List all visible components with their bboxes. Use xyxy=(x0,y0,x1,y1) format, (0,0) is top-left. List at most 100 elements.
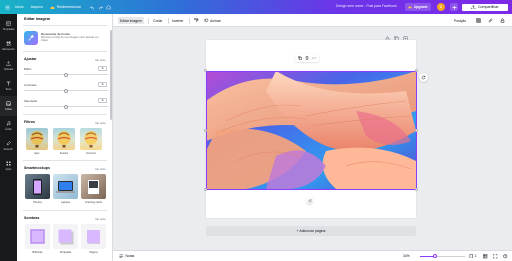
file-menu[interactable]: Arquivo xyxy=(31,5,43,9)
crop-button[interactable]: Cortar xyxy=(151,17,164,24)
photos-icon xyxy=(6,101,11,106)
saturation-slider-handle[interactable] xyxy=(64,104,68,109)
draw-icon xyxy=(6,141,11,146)
shadows-section-title: Sombras xyxy=(24,216,40,220)
add-collaborator-button[interactable] xyxy=(450,3,458,11)
zoom-value[interactable]: 34% xyxy=(403,254,410,258)
contrast-value[interactable]: 0 xyxy=(98,81,107,87)
shadows-see-all-link[interactable]: Ver tudo xyxy=(95,217,105,221)
rail-item-text[interactable]: Texto xyxy=(0,76,17,96)
rotate-handle[interactable] xyxy=(306,197,313,204)
contrast-slider-handle[interactable] xyxy=(64,88,68,93)
trash-icon[interactable] xyxy=(305,56,309,60)
resize-handle-left[interactable] xyxy=(204,128,207,132)
filter-tile-festive[interactable] xyxy=(53,128,75,150)
mockup-tile-laptops[interactable] xyxy=(53,174,78,199)
page-count-button[interactable]: 1 xyxy=(469,253,476,259)
brightness-value[interactable]: 0 xyxy=(98,65,107,71)
shadow-tile-glow[interactable] xyxy=(25,224,50,249)
rail-item-uploads[interactable]: Uploads xyxy=(0,56,17,76)
resize-button[interactable]: Redimensionar xyxy=(50,5,81,10)
templates-icon xyxy=(6,21,11,26)
resize-handle-tr[interactable] xyxy=(414,69,418,72)
left-rail: Templates Elementos Uploads Texto Fotos … xyxy=(0,14,17,261)
rail-item-apps[interactable]: Apps xyxy=(0,156,17,176)
shadow-tile-drop[interactable] xyxy=(53,224,78,249)
fullscreen-icon[interactable] xyxy=(493,254,498,259)
paint-roller-icon xyxy=(194,18,199,23)
refresh-icon xyxy=(421,75,426,80)
resize-handle-bl[interactable] xyxy=(204,188,207,191)
rail-item-audio[interactable]: Áudio xyxy=(0,116,17,136)
resize-handle-tl[interactable] xyxy=(204,69,207,72)
filter-tile-summer[interactable] xyxy=(80,128,102,150)
bg-remover-description: Remova o fundo de uma imagem com apenas … xyxy=(41,36,99,43)
rotate-icon xyxy=(308,198,311,202)
duplicate-icon[interactable] xyxy=(297,56,302,60)
brightness-slider-handle[interactable] xyxy=(64,72,68,77)
more-options-button[interactable] xyxy=(498,17,507,24)
crown-icon xyxy=(408,5,412,9)
grid-view-icon[interactable] xyxy=(483,254,488,259)
smartmockups-see-all-link[interactable]: Ver tudo xyxy=(95,167,105,171)
filters-see-all-link[interactable]: Ver tudo xyxy=(95,121,105,125)
card-mockup-image xyxy=(88,180,99,194)
rail-item-elements[interactable]: Elementos xyxy=(0,36,17,56)
mockup-tile-phones[interactable] xyxy=(25,174,50,199)
format-painter-button[interactable] xyxy=(192,17,201,24)
add-page-button[interactable]: + Adicionar página xyxy=(206,226,416,236)
shadow-page-image xyxy=(87,230,100,244)
mockup-tile-greeting-cards[interactable] xyxy=(81,174,106,199)
panel-title: Editar imagem xyxy=(24,17,51,21)
document-title[interactable]: Design sem nome - Post para Facebook xyxy=(336,4,397,8)
transparency-icon xyxy=(476,18,481,23)
text-icon xyxy=(6,81,11,86)
transparency-button[interactable] xyxy=(474,17,483,24)
animate-button[interactable]: Animar xyxy=(202,17,223,24)
bg-remover-thumbnail[interactable] xyxy=(24,31,38,45)
zoom-slider-handle[interactable] xyxy=(433,254,438,259)
shadow-tile-page[interactable] xyxy=(81,224,106,249)
help-icon[interactable] xyxy=(503,254,508,259)
home-button[interactable]: Início xyxy=(15,5,24,9)
resize-handle-br[interactable] xyxy=(414,188,418,191)
menu-button[interactable] xyxy=(5,5,10,10)
filter-tile-epic[interactable] xyxy=(26,128,48,150)
edit-image-label: Editar imagem xyxy=(120,18,142,23)
edit-image-button[interactable]: Editar imagem xyxy=(118,17,144,24)
balloon-image xyxy=(84,131,98,148)
apps-icon xyxy=(6,161,11,166)
rail-item-label: Fotos xyxy=(5,107,12,111)
side-action-button[interactable] xyxy=(419,73,428,82)
avatar[interactable]: C xyxy=(437,3,445,11)
resize-label: Redimensionar xyxy=(56,5,81,9)
phone-mockup-image xyxy=(33,179,42,195)
selected-image[interactable] xyxy=(206,71,416,189)
panel-scrollbar[interactable] xyxy=(110,30,112,120)
link-button[interactable] xyxy=(486,17,495,24)
shadow-label: Projetada xyxy=(59,251,72,254)
share-button[interactable]: Compartilhar xyxy=(461,2,509,12)
flip-label: Inverter xyxy=(172,18,184,23)
undo-button[interactable] xyxy=(90,5,95,10)
position-button[interactable]: Posição xyxy=(452,17,468,24)
rail-item-photos[interactable]: Fotos xyxy=(0,96,17,116)
cloud-check-icon xyxy=(106,5,111,9)
saturation-value[interactable]: 0 xyxy=(98,97,107,103)
menu-icon xyxy=(5,5,10,9)
flip-button[interactable]: Inverter xyxy=(170,17,186,24)
redo-button[interactable] xyxy=(98,5,103,10)
adjust-see-all-link[interactable]: Ver tudo xyxy=(95,58,105,62)
resize-handle-right[interactable] xyxy=(414,128,418,132)
upgrade-button[interactable]: Upgrade xyxy=(405,3,431,11)
magic-wand-icon xyxy=(28,34,35,41)
rail-item-draw[interactable]: Desenh. xyxy=(0,136,17,156)
more-options-icon[interactable] xyxy=(312,56,316,60)
shadow-glow-image xyxy=(30,229,45,244)
rail-item-templates[interactable]: Templates xyxy=(0,16,17,36)
notes-icon xyxy=(119,254,124,258)
notes-button[interactable]: Notas xyxy=(119,254,134,259)
animate-label: Animar xyxy=(210,18,221,23)
position-label: Posição xyxy=(454,18,467,23)
divider xyxy=(23,114,107,115)
